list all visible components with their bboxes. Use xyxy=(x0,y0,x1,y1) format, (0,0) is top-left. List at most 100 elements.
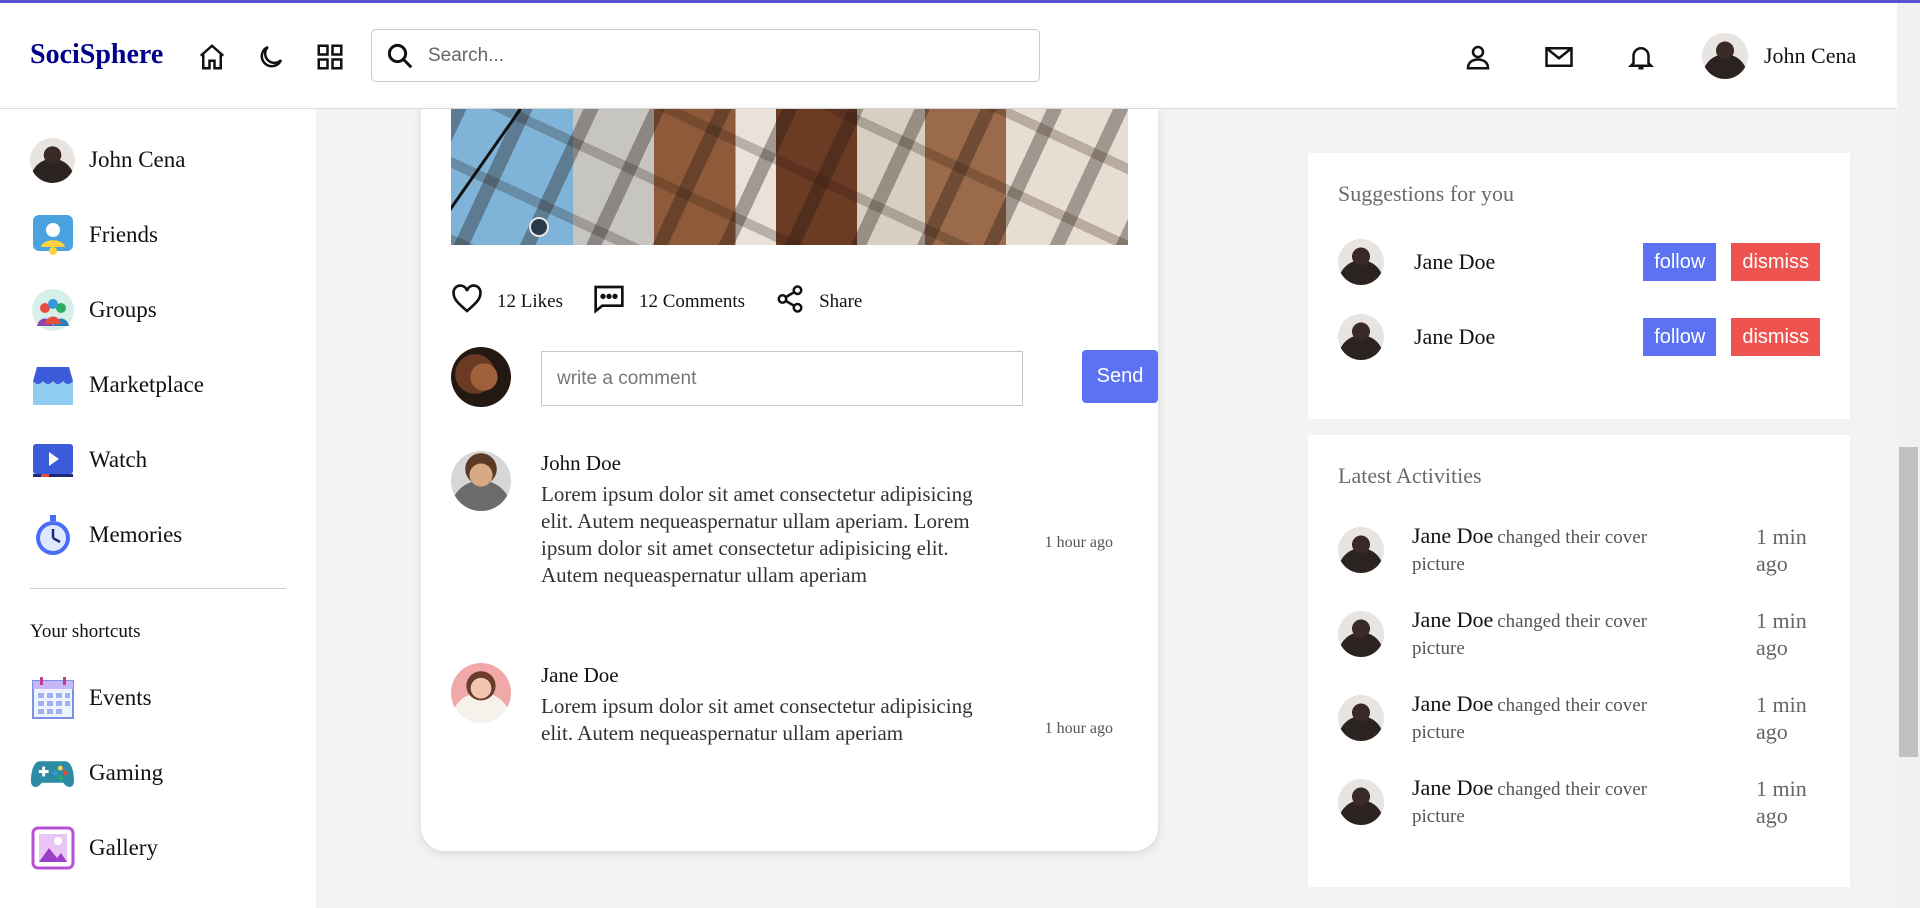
suggestion-avatar[interactable] xyxy=(1338,314,1384,360)
marketplace-icon xyxy=(30,363,75,408)
activity-avatar[interactable] xyxy=(1338,527,1384,573)
sidebar-item-profile[interactable]: John Cena xyxy=(30,137,185,183)
groups-icon xyxy=(30,288,75,333)
comments-button[interactable]: 12 Comments xyxy=(593,284,745,320)
follow-button[interactable]: follow xyxy=(1643,243,1717,281)
sidebar-item-gallery[interactable]: Gallery xyxy=(30,825,158,871)
sidebar-item-label: Groups xyxy=(89,297,157,322)
sidebar-item-friends[interactable]: Friends xyxy=(30,212,158,258)
image-texture xyxy=(451,109,1128,245)
watch-icon xyxy=(30,438,75,483)
activity-item: Jane Doe changed their cover picture 1 m… xyxy=(1338,523,1820,583)
mail-icon[interactable] xyxy=(1543,41,1575,73)
activity-time: 1 min ago xyxy=(1756,524,1807,576)
comment-author-avatar[interactable] xyxy=(451,451,511,511)
home-icon[interactable] xyxy=(196,41,228,73)
suggestion-name[interactable]: Jane Doe xyxy=(1414,324,1643,350)
sidebar-item-label: Gaming xyxy=(89,760,164,785)
sidebar-item-watch[interactable]: Watch xyxy=(30,437,147,483)
post-card: 12 Likes 12 Comments Share Send John Doe… xyxy=(421,109,1158,851)
activity-user[interactable]: Jane Doe xyxy=(1412,691,1493,716)
post-image[interactable] xyxy=(451,109,1128,245)
follow-button[interactable]: follow xyxy=(1643,318,1717,356)
sidebar-item-groups[interactable]: Groups xyxy=(30,287,157,333)
likes-count: 12 Likes xyxy=(497,291,563,312)
search-icon[interactable] xyxy=(372,29,428,82)
like-button[interactable]: 12 Likes xyxy=(451,284,563,320)
comment-icon xyxy=(593,284,625,320)
activity-time: 1 min ago xyxy=(1756,608,1807,660)
notifications-bell-icon[interactable] xyxy=(1625,41,1657,73)
sidebar-item-memories[interactable]: Memories xyxy=(30,512,182,558)
suggestions-panel: Suggestions for you Jane Doe follow dism… xyxy=(1308,153,1850,419)
sidebar-divider xyxy=(30,588,286,589)
activity-item: Jane Doe changed their cover picture 1 m… xyxy=(1338,607,1820,667)
user-menu[interactable]: John Cena xyxy=(1702,33,1856,79)
friends-icon xyxy=(30,213,75,258)
sidebar-item-label: Memories xyxy=(89,522,183,547)
activity-avatar[interactable] xyxy=(1338,695,1384,741)
share-label: Share xyxy=(819,291,863,312)
activity-user[interactable]: Jane Doe xyxy=(1412,523,1493,548)
commenter-avatar xyxy=(451,347,511,407)
memories-icon xyxy=(30,513,75,558)
comment-form: Send xyxy=(451,347,1158,407)
calendar-icon xyxy=(30,676,75,721)
sidebar-item-label: Events xyxy=(89,685,152,710)
activities-panel: Latest Activities Jane Doe changed their… xyxy=(1308,435,1850,887)
suggestion-item: Jane Doe follow dismiss xyxy=(1338,239,1820,285)
comment-text: Lorem ipsum dolor sit amet consectetur a… xyxy=(541,482,973,587)
comment-time: 1 hour ago xyxy=(1044,534,1113,551)
shortcuts-heading: Your shortcuts xyxy=(30,621,141,642)
gallery-icon xyxy=(30,826,75,871)
activity-user[interactable]: Jane Doe xyxy=(1412,775,1493,800)
activity-user[interactable]: Jane Doe xyxy=(1412,607,1493,632)
suggestion-avatar[interactable] xyxy=(1338,239,1384,285)
activity-avatar[interactable] xyxy=(1338,779,1384,825)
sidebar-item-gaming[interactable]: Gaming xyxy=(30,750,163,796)
comments-count: 12 Comments xyxy=(638,291,746,312)
comment-input[interactable] xyxy=(541,351,1023,406)
sidebar-item-label: Marketplace xyxy=(89,372,204,397)
logo[interactable]: SociSphere xyxy=(30,39,163,71)
sidebar-item-marketplace[interactable]: Marketplace xyxy=(30,362,204,408)
activity-text: Jane Doe changed their cover picture xyxy=(1412,775,1702,831)
dismiss-button[interactable]: dismiss xyxy=(1731,318,1820,356)
gamepad-icon xyxy=(30,751,75,796)
activity-avatar[interactable] xyxy=(1338,611,1384,657)
heart-icon xyxy=(451,284,483,320)
comment-time: 1 hour ago xyxy=(1044,720,1113,737)
sidebar-item-events[interactable]: Events xyxy=(30,675,152,721)
comment-item: John Doe Lorem ipsum dolor sit amet cons… xyxy=(451,451,1128,621)
activity-text: Jane Doe changed their cover picture xyxy=(1412,607,1702,663)
left-sidebar: John Cena Friends Groups Marketplace Wat… xyxy=(0,109,316,908)
share-button[interactable]: Share xyxy=(775,284,862,320)
person-icon[interactable] xyxy=(1462,41,1494,73)
comment-author-avatar[interactable] xyxy=(451,663,511,723)
suggestion-name[interactable]: Jane Doe xyxy=(1414,249,1643,275)
activity-item: Jane Doe changed their cover picture 1 m… xyxy=(1338,691,1820,751)
sidebar-item-label: John Cena xyxy=(89,147,186,172)
apps-grid-icon[interactable] xyxy=(314,41,346,73)
search-bar xyxy=(371,29,1040,82)
send-button[interactable]: Send xyxy=(1082,350,1158,403)
image-lamp xyxy=(529,217,549,237)
activity-text: Jane Doe changed their cover picture xyxy=(1412,523,1702,579)
comment-author[interactable]: Jane Doe xyxy=(541,663,619,688)
suggestions-title: Suggestions for you xyxy=(1338,181,1514,206)
activity-text: Jane Doe changed their cover picture xyxy=(1412,691,1702,747)
dismiss-button[interactable]: dismiss xyxy=(1731,243,1820,281)
comment-author[interactable]: John Doe xyxy=(541,451,621,476)
activity-time: 1 min ago xyxy=(1756,692,1807,744)
scrollbar-thumb[interactable] xyxy=(1899,447,1918,757)
suggestion-item: Jane Doe follow dismiss xyxy=(1338,314,1820,360)
sidebar-item-label: Watch xyxy=(89,447,148,472)
search-input[interactable] xyxy=(428,35,1018,76)
user-avatar xyxy=(1702,33,1748,79)
page-scrollbar[interactable] xyxy=(1897,3,1920,908)
activities-title: Latest Activities xyxy=(1338,463,1482,488)
dark-mode-icon[interactable] xyxy=(255,41,287,73)
sidebar-item-label: Friends xyxy=(89,222,158,247)
navbar: SociSphere John Cena xyxy=(0,3,1897,109)
user-name: John Cena xyxy=(1764,43,1857,68)
